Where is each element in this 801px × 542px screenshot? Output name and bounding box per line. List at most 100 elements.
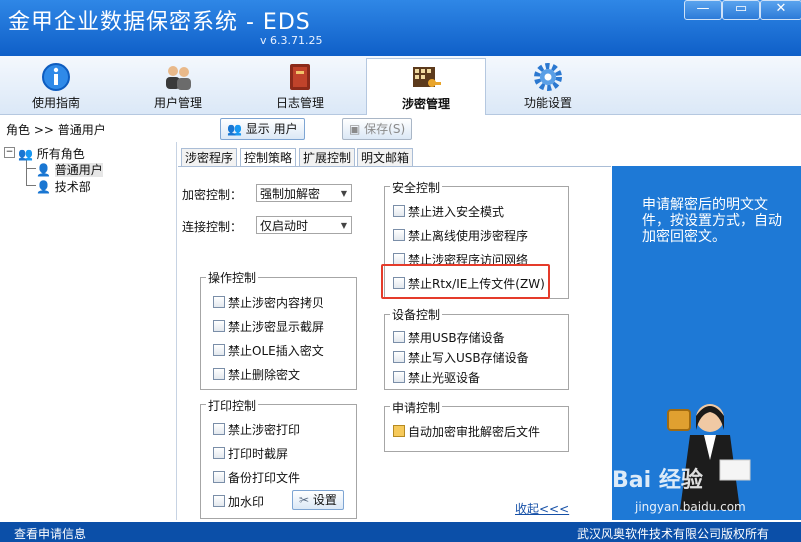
settings-label: 设置 [312,493,337,507]
checkbox-no-copy[interactable]: 禁止涉密内容拷贝 [213,294,324,311]
tree-root-label: 所有角色 [36,147,85,161]
checkbox-label: 禁止光驱设备 [408,371,481,385]
checkbox-label: 禁止OLE插入密文 [228,344,324,358]
info-text: 申请解密后的明文文件，按设置方式，自动加密回密文。 [642,197,782,245]
checkbox-no-safe-mode[interactable]: 禁止进入安全模式 [393,203,504,220]
show-user-label: 显示 用户 [245,122,298,136]
nav-tab-secret[interactable]: 涉密管理 [366,58,486,115]
nav-tab-label: 用户管理 [153,96,202,110]
collapse-toggle[interactable]: − [4,147,15,158]
nav-tab-label: 涉密管理 [401,97,450,111]
checkbox-no-print[interactable]: 禁止涉密打印 [213,421,300,438]
role-tree [0,142,177,520]
connect-control-value: 仅启动时 [260,219,309,233]
encrypt-control-label: 加密控制： [182,188,243,202]
chevron-down-icon: ▼ [340,221,347,230]
highlight-box [381,264,550,299]
nav-tab-logs[interactable]: 日志管理 [250,58,350,114]
checkbox-no-ole[interactable]: 禁止OLE插入密文 [213,342,324,359]
checkbox-label: 加水印 [228,495,265,509]
encrypt-control-select[interactable]: 强制加解密 ▼ [256,184,352,202]
checkbox-box [213,447,225,459]
checkbox-label: 禁止删除密文 [228,368,301,382]
secret-key-icon [413,67,441,87]
user-icon: 👤 [36,163,51,177]
checkbox-box [213,423,225,435]
checkbox-box [393,229,405,241]
tree-item-label: 普通用户 [54,163,103,177]
save-button[interactable]: ▣ 保存(S) [342,118,413,140]
checkbox-box [213,368,225,380]
checkbox-box [213,471,225,483]
show-user-button[interactable]: 👥 显示 用户 [220,118,305,140]
checkbox-label: 自动加密审批解密后文件 [408,425,541,439]
checkbox-no-screenshot[interactable]: 禁止涉密显示截屏 [213,318,324,335]
nav-tab-label: 日志管理 [275,96,324,110]
tab-secret-programs[interactable]: 涉密程序 [181,148,238,167]
checkbox-auto-encrypt[interactable]: 自动加密审批解密后文件 [393,423,540,440]
checkbox-label: 备份打印文件 [228,471,301,485]
checkbox-label: 禁止涉密打印 [228,423,301,437]
tree-connector [26,168,36,169]
close-button[interactable]: ✕ [760,0,801,20]
tab-plain-mailbox[interactable]: 明文邮箱 [357,148,414,167]
checkbox-box [393,331,405,343]
encrypt-control-value: 强制加解密 [260,187,321,201]
group-title: 安全控制 [390,179,443,196]
tree-item-label: 技术部 [54,180,91,194]
tree-item-tech-dept[interactable]: 👤 技术部 [36,178,91,195]
tools-icon: ✂ [299,493,310,507]
checkbox-label: 禁止写入USB存储设备 [408,351,529,365]
checkbox-no-offline[interactable]: 禁止离线使用涉密程序 [393,227,528,244]
restore-button[interactable]: ▭ [722,0,760,20]
view-requests-link[interactable]: 查看申请信息 [14,525,86,542]
info-icon [42,63,70,91]
checkbox-box [213,495,225,507]
minimize-button[interactable]: — [684,0,722,20]
checkbox-label: 禁止进入安全模式 [408,205,505,219]
watermark-logo: Bai 经验 [612,468,703,493]
group-title: 申请控制 [390,399,443,416]
tree-item-regular-user[interactable]: 👤 普通用户 [36,161,103,178]
checkbox-box [213,320,225,332]
book-icon [290,64,310,90]
group-title: 操作控制 [206,269,259,286]
connect-control-select[interactable]: 仅启动时 ▼ [256,216,352,234]
nav-tab-settings[interactable]: 功能设置 [498,58,598,114]
save-label: 保存(S) [364,122,406,136]
gear-icon [534,63,562,91]
nav-tab-guide[interactable]: 使用指南 [6,58,106,114]
checkbox-no-usb-write[interactable]: 禁止写入USB存储设备 [393,349,529,366]
nav-tab-users[interactable]: 用户管理 [128,58,228,114]
floppy-icon: ▣ [349,122,361,136]
chevron-down-icon: ▼ [340,189,347,198]
users-icon: 👥 [227,122,242,136]
checkbox-no-delete[interactable]: 禁止删除密文 [213,366,300,383]
tree-connector [26,185,36,186]
collapse-link[interactable]: 收起<<< [515,500,569,517]
user-icon: 👤 [36,180,51,194]
checkbox-watermark[interactable]: 加水印 [213,493,264,510]
user-group-icon: 👥 [18,147,33,161]
checkbox-backup-print[interactable]: 备份打印文件 [213,469,300,486]
group-title: 设备控制 [390,306,443,323]
watermark-settings-button[interactable]: ✂ 设置 [292,490,344,510]
watermark-url: jingyan.baidu.com [635,500,746,514]
checkbox-label: 禁止涉密内容拷贝 [228,296,325,310]
tab-extended-control[interactable]: 扩展控制 [299,148,356,167]
checkbox-box [393,425,405,437]
checkbox-no-cdrom[interactable]: 禁止光驱设备 [393,369,480,386]
checkbox-no-usb[interactable]: 禁用USB存储设备 [393,329,505,346]
checkbox-label: 禁止涉密显示截屏 [228,320,325,334]
checkbox-label: 禁用USB存储设备 [408,331,505,345]
tree-root-all-roles[interactable]: 👥 所有角色 [18,145,85,162]
checkbox-box [213,344,225,356]
checkbox-print-screenshot[interactable]: 打印时截屏 [213,445,288,462]
checkbox-label: 禁止离线使用涉密程序 [408,229,529,243]
tree-connector [26,160,27,186]
users-icon [166,66,191,90]
tab-control-policy[interactable]: 控制策略 [240,148,297,167]
group-title: 打印控制 [206,397,259,414]
checkbox-box [213,296,225,308]
connect-control-label: 连接控制： [182,220,243,234]
